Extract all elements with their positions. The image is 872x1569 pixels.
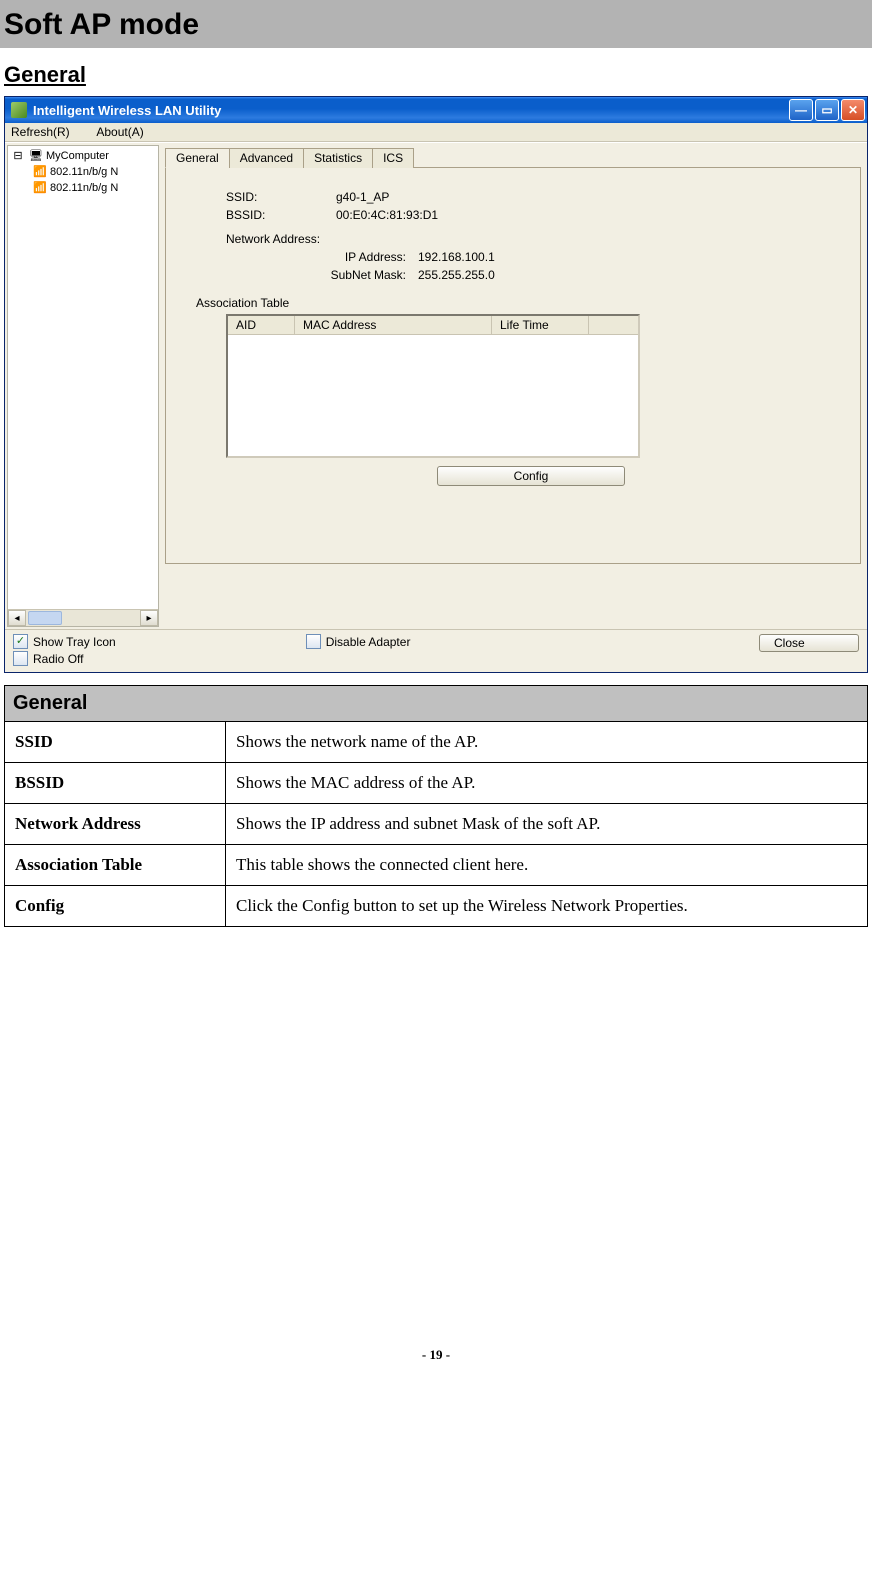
table-row: SSIDShows the network name of the AP. (5, 722, 868, 763)
page-number: - 19 - (0, 1347, 872, 1373)
adapter-icon: 📶 (32, 181, 48, 195)
config-button[interactable]: Config (437, 466, 625, 486)
menu-refresh[interactable]: Refresh(R) (11, 125, 82, 139)
tree-item[interactable]: 📶 802.11n/b/g N (10, 180, 156, 196)
mask-label: SubNet Mask: (266, 268, 418, 282)
section-heading: General (4, 62, 868, 88)
col-mac[interactable]: MAC Address (295, 316, 492, 334)
radio-off-checkbox[interactable]: Radio Off (13, 651, 116, 666)
titlebar[interactable]: Intelligent Wireless LAN Utility — ▭ ✕ (5, 97, 867, 123)
menubar: Refresh(R) About(A) (5, 123, 867, 142)
horizontal-scrollbar[interactable]: ◂ ▸ (8, 609, 158, 626)
bottom-bar: ✓ Show Tray Icon Radio Off Disable Adapt… (5, 629, 867, 672)
description-table: General SSIDShows the network name of th… (4, 685, 868, 927)
scroll-thumb[interactable] (28, 611, 62, 625)
maximize-button[interactable]: ▭ (815, 99, 839, 121)
tab-statistics[interactable]: Statistics (303, 148, 373, 168)
ip-value: 192.168.100.1 (418, 250, 495, 264)
minus-icon[interactable]: ⊟ (10, 149, 26, 163)
table-row: Network AddressShows the IP address and … (5, 804, 868, 845)
checkbox-icon (13, 651, 28, 666)
table-row: BSSIDShows the MAC address of the AP. (5, 763, 868, 804)
tab-ics[interactable]: ICS (372, 148, 414, 168)
col-aid[interactable]: AID (228, 316, 295, 334)
ip-label: IP Address: (266, 250, 418, 264)
app-icon (11, 102, 27, 118)
tab-general[interactable]: General (165, 148, 230, 168)
netaddr-label: Network Address: (226, 232, 320, 246)
scroll-right-icon[interactable]: ▸ (140, 610, 158, 626)
table-row: Association TableThis table shows the co… (5, 845, 868, 886)
disable-adapter-checkbox[interactable]: Disable Adapter (306, 634, 411, 649)
tree-root[interactable]: ⊟ 🖥 MyComputer (10, 148, 156, 164)
window-close-button[interactable]: ✕ (841, 99, 865, 121)
ssid-label: SSID: (226, 190, 336, 204)
close-button[interactable]: Close (759, 634, 859, 652)
checkbox-icon (306, 634, 321, 649)
table-row: ConfigClick the Config button to set up … (5, 886, 868, 927)
computer-icon: 🖥 (28, 149, 44, 163)
window-title: Intelligent Wireless LAN Utility (33, 103, 789, 118)
mask-value: 255.255.255.0 (418, 268, 495, 282)
tree-pane: ⊟ 🖥 MyComputer 📶 802.11n/b/g N 📶 802.11n… (7, 145, 159, 627)
page-title: Soft AP mode (4, 8, 868, 42)
association-table[interactable]: AID MAC Address Life Time (226, 314, 640, 458)
col-life[interactable]: Life Time (492, 316, 589, 334)
menu-about[interactable]: About(A) (96, 125, 155, 139)
tabs: General Advanced Statistics ICS (165, 147, 861, 168)
scroll-left-icon[interactable]: ◂ (8, 610, 26, 626)
checkbox-icon: ✓ (13, 634, 28, 649)
ssid-value: g40-1_AP (336, 190, 389, 204)
bssid-label: BSSID: (226, 208, 336, 222)
desc-header: General (5, 686, 868, 722)
adapter-icon: 📶 (32, 165, 48, 179)
tab-body-general: SSID: g40-1_AP BSSID: 00:E0:4C:81:93:D1 … (165, 168, 861, 564)
page-banner: Soft AP mode (0, 0, 872, 48)
show-tray-checkbox[interactable]: ✓ Show Tray Icon (13, 634, 116, 649)
tree-item[interactable]: 📶 802.11n/b/g N (10, 164, 156, 180)
minimize-button[interactable]: — (789, 99, 813, 121)
assoc-label: Association Table (196, 296, 836, 310)
bssid-value: 00:E0:4C:81:93:D1 (336, 208, 438, 222)
tab-advanced[interactable]: Advanced (229, 148, 304, 168)
app-window: Intelligent Wireless LAN Utility — ▭ ✕ R… (4, 96, 868, 673)
